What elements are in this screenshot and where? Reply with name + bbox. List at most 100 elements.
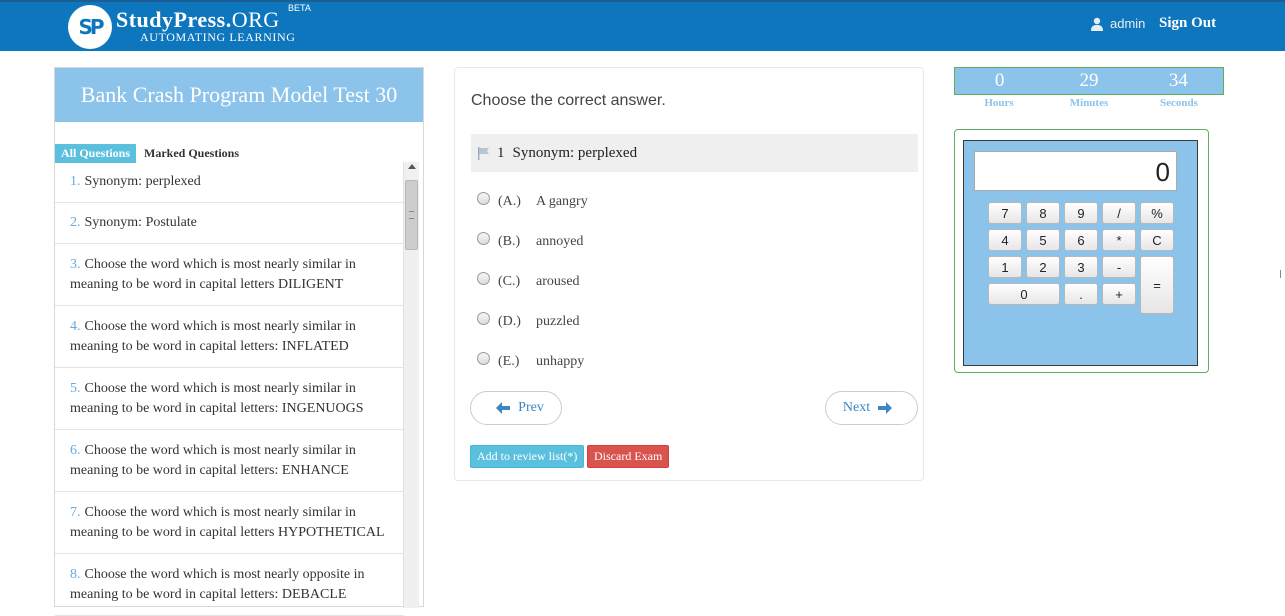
- calc-key-nine[interactable]: 9: [1064, 202, 1098, 224]
- option-text: A gangry: [536, 194, 588, 209]
- question-list-line1: Choose the word which is most nearly sim…: [84, 380, 356, 396]
- radio-button[interactable]: [477, 231, 490, 245]
- grip-icon: [409, 211, 414, 219]
- timer-seconds: 34: [1168, 70, 1188, 91]
- question-header: 1 Synonym: perplexed: [471, 134, 918, 172]
- next-label: Next: [842, 400, 871, 415]
- beta-label: BETA: [288, 3, 311, 13]
- question-list-line1: Choose the word which is most nearly opp…: [84, 566, 365, 582]
- question-list-item[interactable]: 2. Synonym: Postulate: [55, 203, 404, 244]
- arrow-right-icon: [878, 402, 893, 414]
- calc-key-eight[interactable]: 8: [1026, 202, 1060, 224]
- scroll-thumb[interactable]: [405, 180, 418, 250]
- calc-key-seven[interactable]: 7: [988, 202, 1022, 224]
- question-list-line2: meaning to be word in capital letters: D…: [70, 586, 347, 602]
- flag-icon[interactable]: [477, 146, 491, 160]
- question-list-item[interactable]: 4. Choose the word which is most nearly s…: [55, 306, 404, 368]
- question-tabs: All Questions Marked Questions: [55, 144, 239, 163]
- top-navbar: SP StudyPress.ORG BETA AUTOMATING LEARNI…: [0, 0, 1285, 51]
- calc-key-percent[interactable]: %: [1140, 202, 1174, 224]
- question-list-line2: meaning to be word in capital letters: I…: [70, 400, 364, 416]
- window-edge-grip: [1280, 270, 1282, 278]
- option-text: aroused: [536, 274, 580, 289]
- calc-key-six[interactable]: 6: [1064, 229, 1098, 251]
- option-letter: (B.): [498, 234, 521, 249]
- tab-marked-questions[interactable]: Marked Questions: [144, 146, 239, 161]
- countdown-timer: 0 29 34: [954, 67, 1224, 95]
- question-list-line1: Choose the word which is most nearly sim…: [84, 504, 356, 520]
- calc-key-clear[interactable]: C: [1140, 229, 1174, 251]
- timer-hours: 0: [994, 70, 1005, 91]
- exam-title: Bank Crash Program Model Test 30: [55, 68, 423, 122]
- option-text: annoyed: [536, 234, 584, 249]
- question-sidebar: Bank Crash Program Model Test 30 All Que…: [54, 67, 424, 616]
- option-letter: (D.): [498, 314, 521, 329]
- minutes-label: Minutes: [1069, 97, 1109, 109]
- calc-key-four[interactable]: 4: [988, 229, 1022, 251]
- scroll-up-arrow-icon[interactable]: [408, 164, 416, 169]
- arrow-left-icon: [496, 402, 511, 414]
- question-list-number: 1.: [70, 174, 81, 189]
- question-list-line1: Choose the word which is most nearly sim…: [84, 256, 356, 272]
- calc-key-three[interactable]: 3: [1064, 256, 1098, 278]
- answer-option[interactable]: (A.) A gangry: [477, 182, 588, 222]
- answer-option[interactable]: (B.) annoyed: [477, 222, 588, 262]
- question-list-item[interactable]: 3. Choose the word which is most nearly s…: [55, 244, 404, 306]
- calc-key-divide[interactable]: /: [1102, 202, 1136, 224]
- prev-button[interactable]: Prev: [470, 391, 562, 425]
- hours-label: Hours: [984, 97, 1014, 109]
- radio-button[interactable]: [477, 271, 490, 285]
- question-list-text: 5. Choose the word which is most nearly s…: [70, 379, 364, 419]
- question-list-item[interactable]: 7. Choose the word which is most nearly s…: [55, 492, 404, 554]
- question-list-line2: meaning to be word in capital letters: E…: [70, 462, 349, 478]
- calc-key-zero[interactable]: 0: [988, 283, 1060, 305]
- question-list-item[interactable]: 8. Choose the word which is most nearly o…: [55, 554, 404, 616]
- calc-key-multiply[interactable]: *: [1102, 229, 1136, 251]
- question-list-item[interactable]: 5. Choose the word which is most nearly s…: [55, 368, 404, 430]
- question-list-number: 4.: [70, 318, 81, 334]
- question-list-text: 3. Choose the word which is most nearly s…: [70, 255, 356, 295]
- calc-key-decimal[interactable]: .: [1064, 283, 1098, 305]
- calculator-display: 0: [974, 151, 1177, 191]
- discard-exam-button[interactable]: Discard Exam: [587, 445, 670, 468]
- calculator-body: 0 7 8 9/% 4 5 6 * C 1 2 3- = 0. +: [963, 140, 1198, 366]
- seconds-label: Seconds: [1160, 97, 1198, 109]
- calculator: 0 7 8 9/% 4 5 6 * C 1 2 3- = 0. +: [954, 129, 1209, 373]
- sidebar-scrollbar[interactable]: [403, 162, 419, 608]
- radio-button[interactable]: [477, 351, 490, 365]
- answer-options: (A.) A gangry (B.) annoyed (C.) aroused (D.) pu…: [477, 182, 588, 382]
- calc-key-five[interactable]: 5: [1026, 229, 1060, 251]
- option-letter: (E.): [498, 354, 520, 369]
- answer-option[interactable]: (E.) unhappy: [477, 342, 588, 382]
- user-icon: [1091, 17, 1103, 31]
- sign-out-link[interactable]: Sign Out: [1159, 15, 1216, 32]
- radio-button[interactable]: [477, 191, 490, 205]
- question-list-item[interactable]: 1. Synonym: perplexed: [55, 162, 404, 203]
- add-to-review-button[interactable]: Add to review list(*): [470, 445, 585, 468]
- logo-icon[interactable]: SP: [68, 5, 112, 49]
- tab-all-questions[interactable]: All Questions: [55, 144, 137, 163]
- calc-key-plus[interactable]: +: [1102, 283, 1136, 305]
- username: admin: [1110, 16, 1146, 31]
- next-button[interactable]: Next: [825, 391, 918, 425]
- prev-label: Prev: [518, 400, 544, 415]
- calc-key-minus[interactable]: -: [1102, 256, 1136, 278]
- brand-suffix: ORG: [231, 7, 280, 32]
- answer-option[interactable]: (D.) puzzled: [477, 302, 588, 342]
- radio-button[interactable]: [477, 311, 490, 325]
- instruction-text: Choose the correct answer.: [471, 92, 666, 109]
- user-menu[interactable]: admin: [1090, 16, 1145, 31]
- question-list-number: 7.: [70, 504, 81, 520]
- calc-key-equals[interactable]: =: [1140, 256, 1174, 314]
- question-list-text: 4. Choose the word which is most nearly s…: [70, 317, 356, 357]
- option-letter: (A.): [498, 194, 521, 209]
- question-list: 1. Synonym: perplexed 2. Synonym: Postulate…: [55, 162, 404, 616]
- question-list-item[interactable]: 6. Choose the word which is most nearly s…: [55, 430, 404, 492]
- question-list-line1: Synonym: Postulate: [84, 215, 197, 230]
- answer-option[interactable]: (C.) aroused: [477, 262, 588, 302]
- calc-key-two[interactable]: 2: [1026, 256, 1060, 278]
- calc-key-one[interactable]: 1: [988, 256, 1022, 278]
- option-letter: (C.): [498, 274, 521, 289]
- question-list-line1: Choose the word which is most nearly sim…: [84, 442, 356, 458]
- question-number: 1: [497, 144, 505, 161]
